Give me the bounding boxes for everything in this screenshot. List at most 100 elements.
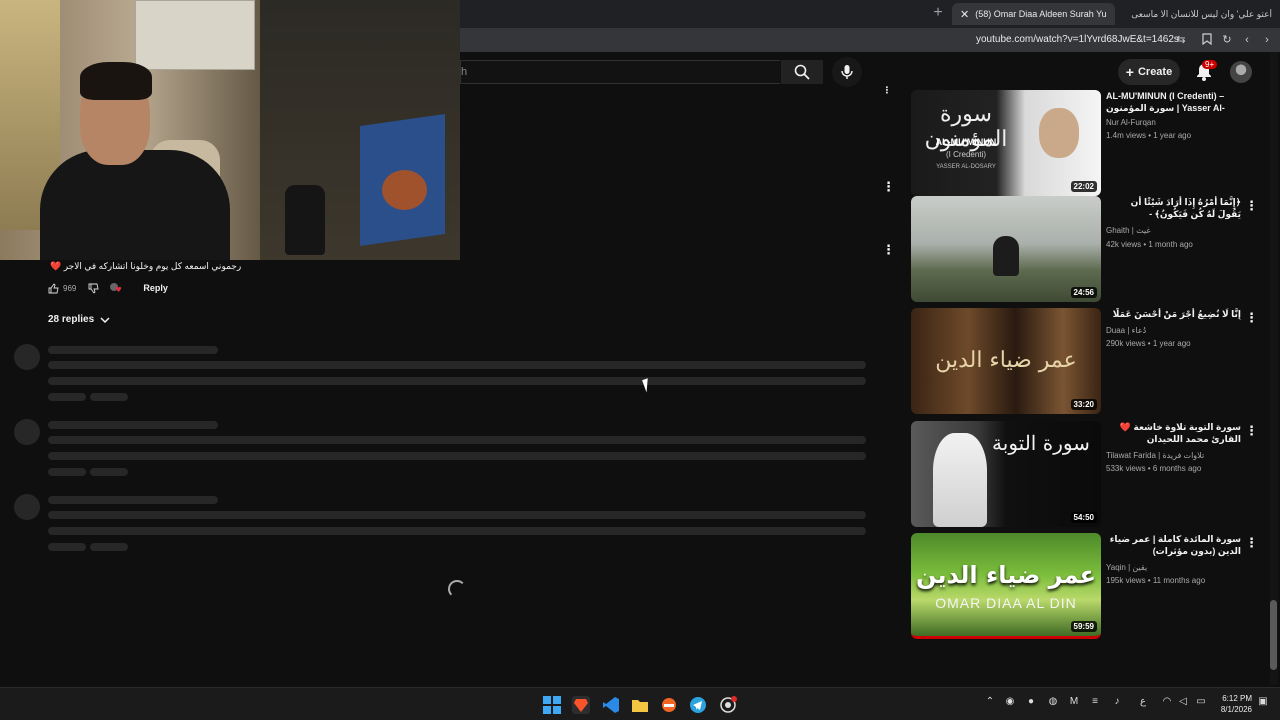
close-tab-icon[interactable]: ✕ — [960, 8, 969, 21]
channel-name[interactable]: Tilawat Farida | تلاوات فريدة — [1106, 451, 1246, 460]
page-scrollbar[interactable] — [1270, 52, 1278, 685]
forward-icon[interactable]: › — [1260, 33, 1274, 47]
search-button[interactable] — [781, 60, 823, 84]
gmail-tray-icon[interactable]: M — [1067, 696, 1081, 707]
dislike-icon[interactable] — [88, 283, 99, 294]
volume-icon[interactable]: ◁ — [1176, 696, 1190, 707]
clock-date: 8/1/2026 — [1220, 705, 1252, 714]
recommendation-item[interactable]: سورة التوبة 54:50 سورة التوبة تلاوة خاشع… — [911, 421, 1271, 529]
more-options-icon[interactable]: ⋮ — [882, 242, 895, 258]
clock-time: 6:12 PM — [1222, 694, 1252, 703]
skeleton-bar — [48, 468, 86, 476]
video-meta: 533k views • 6 months ago — [1106, 464, 1202, 473]
video-thumbnail[interactable]: 24:56 — [911, 196, 1101, 302]
video-duration: 54:50 — [1070, 512, 1097, 523]
recommendation-item[interactable]: 24:56 ﴿إِنَّمَا أَمْرُهُ إِذَا أَرَادَ ش… — [911, 196, 1271, 304]
replies-toggle-button[interactable]: 28 replies — [48, 314, 110, 325]
search-input[interactable]: h — [460, 60, 780, 84]
video-thumbnail[interactable]: عمر ضياء الدين 33:20 — [911, 308, 1101, 414]
more-options-icon[interactable]: ⋮ — [1245, 423, 1258, 439]
skeleton-bar — [48, 543, 86, 551]
obs-recording-icon[interactable] — [719, 696, 737, 714]
creator-heart-icon — [110, 283, 122, 292]
video-thumbnail[interactable]: سورة التوبة 54:50 — [911, 421, 1101, 527]
chevron-down-icon — [100, 316, 110, 323]
pumpkin-decoration — [382, 170, 427, 210]
reciter-portrait — [1039, 108, 1079, 158]
channel-name[interactable]: Ghaith | غيث — [1106, 226, 1246, 235]
video-thumbnail[interactable]: عمر ضياء الدين OMAR DIAA AL DIN 59:59 — [911, 533, 1101, 639]
video-title[interactable]: ﴿إِنَّمَا أَمْرُهُ إِذَا أَرَادَ شَيْئًا… — [1106, 196, 1241, 220]
video-duration: 22:02 — [1070, 181, 1097, 192]
tab-inactive[interactable]: أعتو علي' وان ليس للانسان الا ماسعى — [1118, 3, 1280, 25]
create-label: Create — [1137, 66, 1173, 78]
skeleton-bar — [90, 393, 128, 401]
video-duration: 59:59 — [1070, 621, 1097, 632]
more-options-icon[interactable]: ⋮ — [1245, 535, 1258, 551]
thumb-subtitle2: (I Credenti) — [945, 150, 986, 159]
telegram-icon[interactable] — [689, 696, 707, 714]
video-thumbnail[interactable]: سورة المؤمنون AL-MU'MINUN (I Credenti) Y… — [911, 90, 1101, 196]
skeleton-avatar — [14, 494, 40, 520]
account-avatar[interactable] — [1230, 61, 1252, 83]
recommendation-item[interactable]: سورة المؤمنون AL-MU'MINUN (I Credenti) Y… — [911, 90, 1271, 198]
like-icon[interactable] — [48, 282, 59, 294]
create-button[interactable]: + Create — [1118, 59, 1180, 85]
tray-app-icon[interactable]: ◉ — [1003, 696, 1017, 707]
video-title[interactable]: AL-MU'MINUN (I Credenti) – سورة المؤمنون… — [1106, 90, 1241, 116]
tab-active[interactable]: ✕ (58) Omar Diaa Aldeen Surah Yu — [952, 3, 1115, 25]
battery-icon[interactable]: ▭ — [1194, 696, 1208, 707]
site-settings-icon[interactable]: ⇆ — [1174, 33, 1188, 47]
tray-overflow-icon[interactable]: ⌃ — [983, 696, 997, 707]
vscode-icon[interactable] — [602, 696, 620, 714]
channel-name[interactable]: Nur Al-Furqan — [1106, 118, 1246, 127]
video-title[interactable]: سورة التوبة تلاوة خاشعة ❤️ القارئ محمد ا… — [1106, 421, 1241, 445]
thumb-title: سورة التوبة — [992, 431, 1090, 455]
person-body — [40, 150, 230, 260]
bookmark-icon[interactable] — [1200, 33, 1214, 47]
tray-app-icon[interactable]: ● — [1024, 696, 1038, 707]
voice-search-button[interactable] — [832, 57, 862, 87]
comment-skeleton — [14, 494, 874, 564]
notification-center-icon[interactable]: ▣ — [1256, 696, 1270, 707]
reply-button[interactable]: Reply — [143, 283, 168, 293]
recommendation-item[interactable]: عمر ضياء الدين 33:20 إِنَّا لَا نُضِيعُ … — [911, 308, 1271, 416]
skeleton-bar — [90, 543, 128, 551]
more-options-icon[interactable]: ⋮ — [1245, 310, 1258, 326]
person-hair — [80, 62, 152, 100]
new-tab-button[interactable]: + — [930, 5, 946, 21]
wifi-icon[interactable]: ◠ — [1160, 696, 1174, 707]
reciter-figure — [933, 433, 987, 527]
more-options-icon[interactable]: ⋮ — [1245, 198, 1258, 214]
skeleton-bar — [90, 468, 128, 476]
reload-icon[interactable]: ↻ — [1220, 33, 1234, 47]
thumb-subtitle: AL-MU'MINUN — [935, 137, 997, 147]
video-title[interactable]: إِنَّا لَا نُضِيعُ أَجْرَ مَنْ أَحْسَنَ … — [1106, 308, 1241, 320]
taskbar-clock[interactable]: 6:12 PM 8/1/2026 — [1216, 693, 1252, 715]
channel-name[interactable]: Duaa | دُعاء — [1106, 326, 1246, 335]
back-icon[interactable]: ‹ — [1240, 33, 1254, 47]
address-bar[interactable]: youtube.com/watch?v=1lYvrd68JwE&t=1462s — [976, 34, 1179, 45]
chrome-tray-icon[interactable]: ◍ — [1046, 696, 1060, 707]
language-indicator[interactable]: ع — [1136, 696, 1150, 707]
video-duration: 33:20 — [1070, 399, 1097, 410]
file-explorer-icon[interactable] — [631, 696, 649, 714]
video-title[interactable]: سورة المائدة كاملة | عمر ضياء الدين (بدو… — [1106, 533, 1241, 557]
skeleton-bar — [48, 377, 866, 385]
more-options-icon[interactable]: ⋮ — [882, 82, 892, 98]
app-orange-icon[interactable] — [660, 696, 678, 714]
brave-browser-icon[interactable] — [572, 696, 590, 714]
recommendation-item[interactable]: عمر ضياء الدين OMAR DIAA AL DIN 59:59 سو… — [911, 533, 1271, 641]
more-options-icon[interactable]: ⋮ — [882, 179, 895, 195]
skeleton-bar — [48, 527, 866, 535]
windows-start-icon[interactable] — [543, 696, 561, 714]
scrollbar-thumb[interactable] — [1270, 600, 1277, 670]
skeleton-bar — [48, 361, 866, 369]
settings-tray-icon[interactable]: ≡ — [1088, 696, 1102, 707]
thumb-title: عمر ضياء الدين — [915, 561, 1097, 589]
skeleton-avatar — [14, 419, 40, 445]
channel-name[interactable]: Yaqin | يقين — [1106, 563, 1246, 572]
microphone-tray-icon[interactable]: ♪ — [1110, 696, 1124, 707]
comment-actions: 969 Reply — [48, 281, 168, 295]
skeleton-bar — [48, 346, 218, 354]
